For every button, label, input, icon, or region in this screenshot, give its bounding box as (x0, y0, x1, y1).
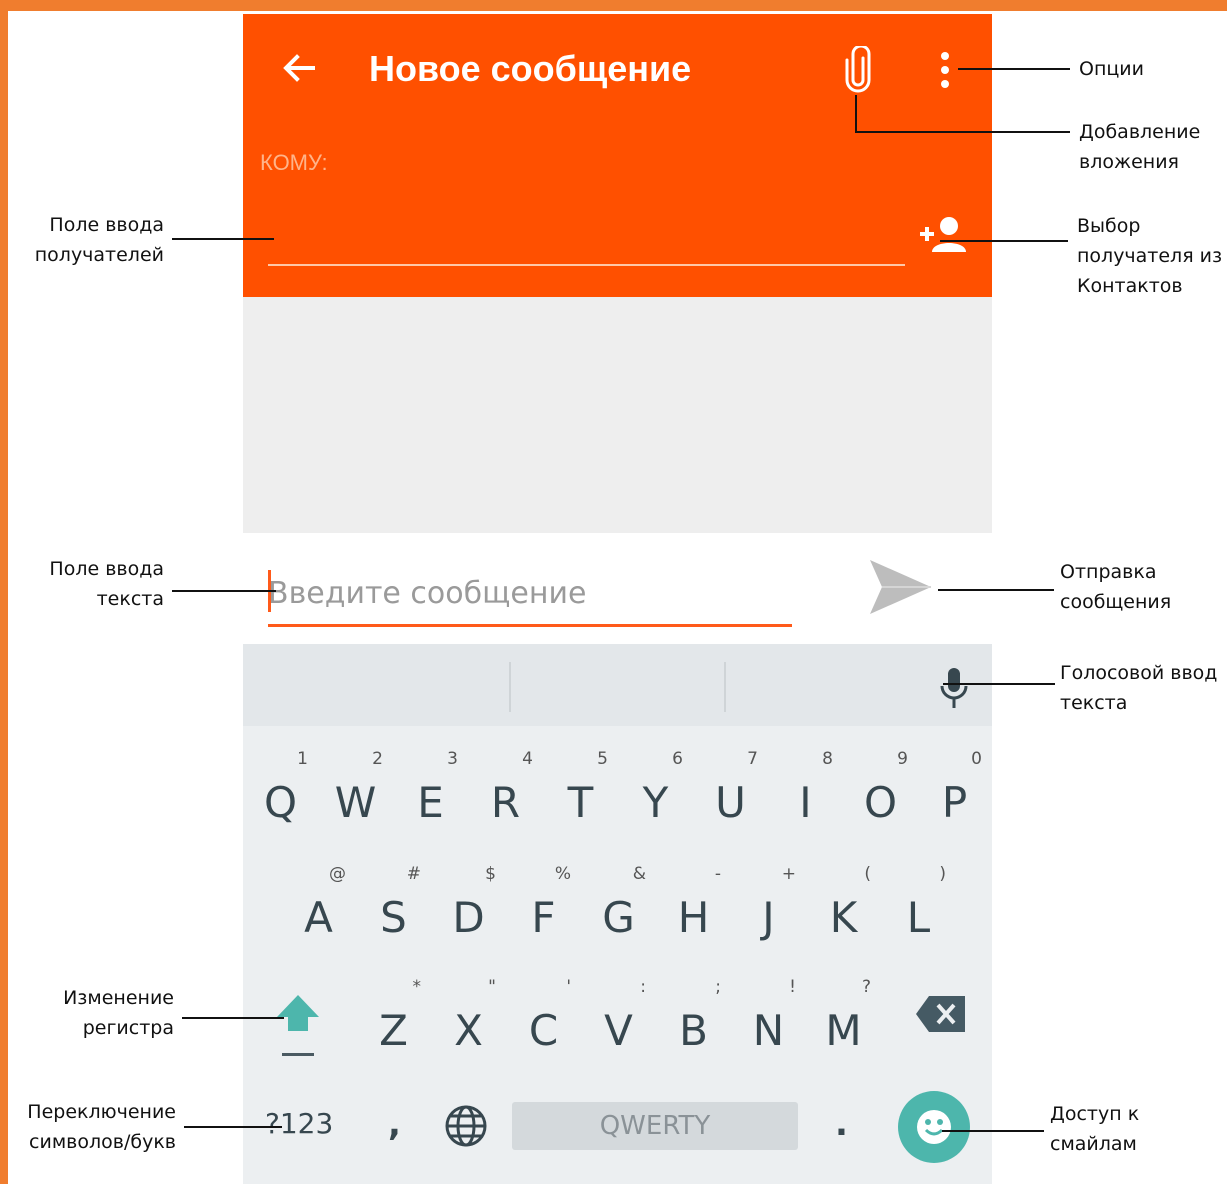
globe-icon[interactable] (444, 1104, 488, 1148)
suggestion-divider (509, 662, 511, 712)
key-u[interactable]: 7U (693, 749, 768, 849)
arrow-left-icon[interactable] (279, 48, 319, 88)
key-m[interactable]: ? M (806, 977, 881, 1077)
person-add-icon[interactable] (918, 214, 968, 254)
key-n[interactable]: ! N (731, 977, 806, 1077)
paperclip-icon[interactable] (843, 46, 873, 94)
key-d[interactable]: $ D (431, 864, 506, 964)
annotation-text-field: Поле ввода текста (49, 558, 164, 610)
annotation-line-symbols-switch (184, 1126, 282, 1128)
to-label: КОМУ: (260, 150, 328, 175)
annotation-line-text-field (172, 590, 276, 592)
key-r[interactable]: 4R (468, 749, 543, 849)
message-thread-area (243, 297, 992, 533)
key-t[interactable]: 5T (543, 749, 618, 849)
key-z[interactable]: * Z (356, 977, 431, 1077)
recipients-input[interactable] (268, 204, 905, 266)
key-k[interactable]: (K (806, 864, 881, 964)
key-a[interactable]: @ A (281, 864, 356, 964)
key-v[interactable]: :V (581, 977, 656, 1077)
key-w[interactable]: 2W (318, 749, 393, 849)
annotation-line-recipients (172, 238, 274, 240)
annotation-line-attach-h (855, 131, 1070, 133)
page-title: Новое сообщение (369, 48, 692, 89)
annotation-recipients: Поле ввода получателей (34, 214, 164, 266)
annotation-options: Опции (1079, 58, 1145, 80)
annotation-smiles: Доступ к смайлам (1050, 1103, 1140, 1155)
annotation-symbols-switch: Переключение символов/букв (27, 1101, 176, 1153)
suggestion-strip (243, 644, 992, 726)
key-i[interactable]: 8I (768, 749, 843, 849)
app-bar: Новое сообщение КОМУ: (243, 14, 992, 297)
period-key[interactable]: . (835, 1104, 848, 1144)
send-icon[interactable] (868, 556, 933, 618)
more-vert-icon[interactable] (935, 50, 955, 90)
annotation-line-options (958, 68, 1070, 70)
key-e[interactable]: 3E (393, 749, 468, 849)
annotation-send: Отправка сообщения (1060, 561, 1172, 613)
backspace-icon[interactable] (915, 994, 967, 1034)
annotation-line-case (182, 1017, 284, 1019)
annotation-line-attach-v (855, 95, 857, 132)
message-input[interactable] (268, 562, 792, 627)
key-x[interactable]: " X (431, 977, 506, 1077)
phone-screen: Новое сообщение КОМУ: Введите сообщение … (243, 14, 992, 1184)
key-b[interactable]: ; B (656, 977, 731, 1077)
annotation-line-smiles (942, 1130, 1044, 1132)
annotation-contacts: Выбор получателя из Контактов (1077, 215, 1223, 297)
symbols-key[interactable]: ?123 (265, 1107, 333, 1140)
key-y[interactable]: 6Y (618, 749, 693, 849)
shift-arrow-icon[interactable] (273, 989, 323, 1059)
annotation-voice: Голосовой ввод текста (1060, 662, 1218, 714)
key-c[interactable]: ' C (506, 977, 581, 1077)
suggestion-divider (724, 662, 726, 712)
key-f[interactable]: % F (506, 864, 581, 964)
key-s[interactable]: # S (356, 864, 431, 964)
annotation-line-contacts (940, 240, 1068, 242)
key-h[interactable]: -H (656, 864, 731, 964)
frame-left-border (0, 0, 8, 1184)
annotation-attach: Добавление вложения (1079, 121, 1201, 173)
frame-top-border (0, 0, 1227, 11)
key-l[interactable]: ) L (881, 864, 956, 964)
key-j[interactable]: + J (731, 864, 806, 964)
annotation-line-send (938, 589, 1054, 591)
comma-key[interactable]: , (388, 1104, 401, 1144)
key-q[interactable]: 1Q (243, 749, 318, 849)
annotation-line-voice (943, 683, 1055, 685)
annotation-case: Изменение регистра (63, 987, 174, 1039)
key-p[interactable]: 0P (917, 749, 992, 849)
mic-icon[interactable] (939, 666, 969, 710)
space-key[interactable]: QWERTY (512, 1102, 798, 1150)
emoji-icon[interactable] (897, 1090, 971, 1164)
keyboard: 1Q 2W 3E 4R 5T 6Y 7U 8I 9O 0P @ A # S $ D %… (243, 644, 992, 1184)
key-o[interactable]: 9O (843, 749, 918, 849)
key-g[interactable]: & G (581, 864, 656, 964)
